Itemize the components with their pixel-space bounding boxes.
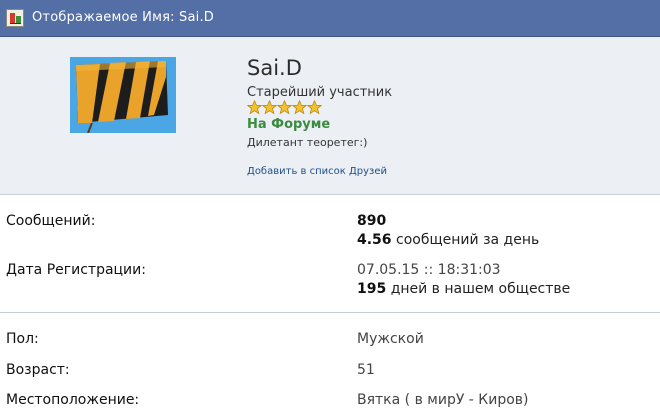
star-icon [262, 100, 277, 115]
posts-per-day-text: сообщений за день [396, 232, 540, 248]
age-label: Возраст: [6, 362, 70, 378]
registration-date: 07.05.15 :: 18:31:03 [357, 262, 501, 278]
star-icon [292, 100, 307, 115]
posts-per-day-value: 4.56 [357, 232, 392, 248]
online-status: На Форуме [247, 117, 331, 132]
username: Sai.D [247, 56, 302, 80]
rank-stars [247, 100, 322, 116]
flag-avatar-image [70, 57, 176, 133]
posts-count: 890 [357, 213, 386, 229]
profile-summary: Sai.D Старейший участник На Форуме Дилет… [0, 37, 660, 195]
details-section: Пол: Мужской Возраст: 51 Местоположение:… [0, 313, 660, 419]
location-value: Вятка ( в мирУ - Киров) [357, 392, 529, 408]
gender-value: Мужской [357, 331, 424, 347]
registration-label: Дата Регистрации: [6, 262, 146, 278]
star-icon [307, 100, 322, 115]
stats-section: Сообщений: 890 4.56 сообщений за день Да… [0, 195, 660, 313]
star-icon [277, 100, 292, 115]
star-icon [247, 100, 262, 115]
user-rank: Старейший участник [247, 85, 393, 100]
page-title: Отображаемое Имя: Sai.D [32, 10, 214, 25]
days-member: 195 дней в нашем обществе [357, 281, 570, 297]
age-value: 51 [357, 362, 375, 378]
posts-count-value: 890 [357, 213, 387, 229]
add-friend-link[interactable]: Добавить в список Друзей [247, 166, 387, 177]
profile-card-icon [6, 9, 24, 27]
posts-per-day: 4.56 сообщений за день [357, 232, 539, 248]
user-tagline: Дилетант теоретег:) [247, 136, 368, 149]
days-member-value: 195 [357, 281, 387, 297]
gender-label: Пол: [6, 331, 39, 347]
days-member-text: дней в нашем обществе [390, 281, 571, 297]
avatar[interactable] [70, 57, 176, 133]
profile-titlebar: Отображаемое Имя: Sai.D [0, 0, 660, 37]
location-label: Местоположение: [6, 392, 140, 408]
posts-label: Сообщений: [6, 213, 96, 229]
